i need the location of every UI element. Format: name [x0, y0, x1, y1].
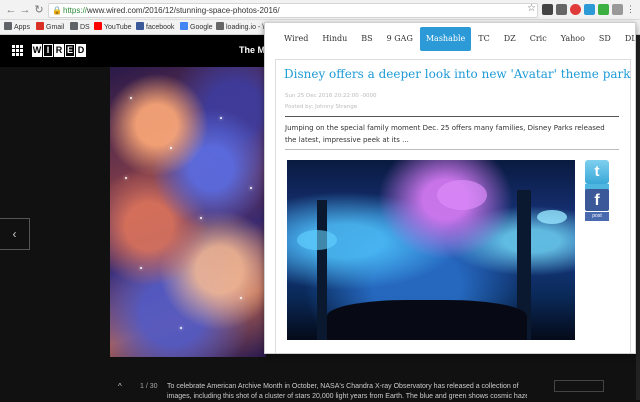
article-card: Disney offers a deeper look into new 'Av… [275, 59, 631, 353]
extension-icon-2[interactable] [556, 4, 567, 15]
tab-yahoo[interactable]: Yahoo [554, 27, 592, 51]
youtube-icon [94, 22, 102, 30]
tab-dz[interactable]: DZ [497, 27, 523, 51]
bookmark-ds[interactable]: DS [70, 22, 90, 33]
gmail-icon [36, 22, 44, 30]
tab-9gag[interactable]: 9 GAG [380, 27, 420, 51]
extension-icon-6[interactable] [612, 4, 623, 15]
menu-dots-icon[interactable]: ⋮ [626, 4, 635, 15]
article-author: Posted by: Johnny Strange [285, 104, 358, 110]
reload-icon[interactable]: ↻ [32, 3, 46, 17]
news-extension-icon[interactable] [598, 4, 609, 15]
menu-grid-icon[interactable] [12, 45, 23, 56]
tab-cric[interactable]: Cric [523, 27, 554, 51]
tab-sd[interactable]: SD [592, 27, 618, 51]
news-extension-popup: Wired Hindu BS 9 GAG Mashable TC DZ Cric… [264, 22, 636, 354]
forward-arrow-icon[interactable]: → [18, 3, 32, 17]
extension-icon-3[interactable] [570, 4, 581, 15]
caption-text-line1: To celebrate American Archive Month in O… [167, 383, 519, 390]
ds-icon [70, 22, 78, 30]
article-image[interactable] [287, 160, 575, 340]
photo-counter: 1 / 30 [140, 383, 158, 390]
facebook-icon [136, 22, 144, 30]
space-photo [110, 67, 266, 357]
tab-mashable[interactable]: Mashable [419, 27, 472, 51]
facebook-share-icon[interactable]: f [585, 189, 609, 211]
lock-icon: 🔒 [52, 6, 62, 15]
bookmark-star-icon[interactable]: ☆ [527, 3, 536, 14]
twitter-share-icon[interactable]: t [585, 160, 609, 184]
bookmark-youtube[interactable]: YouTube [94, 22, 132, 33]
url-path: www.wired.com/2016/12/stunning-space-pho… [87, 6, 280, 15]
bookmark-loading-io[interactable]: loading.io - \ [216, 22, 264, 33]
previous-photo-button[interactable]: ‹ [0, 218, 30, 250]
loading-io-icon [216, 22, 224, 30]
address-bar[interactable]: 🔒 https://www.wired.com/2016/12/stunning-… [48, 3, 538, 18]
caption-text-line2: images, including this shot of a cluster… [167, 393, 527, 400]
tab-hindu[interactable]: Hindu [315, 27, 354, 51]
divider [285, 149, 619, 150]
tab-dlm[interactable]: DLM [618, 27, 635, 51]
bookmark-facebook[interactable]: facebook [136, 22, 174, 33]
bookmark-apps[interactable]: Apps [4, 22, 30, 33]
page-widget [554, 380, 604, 392]
tab-wired[interactable]: Wired [277, 27, 315, 51]
divider [285, 116, 619, 117]
bookmark-google[interactable]: Google [180, 22, 213, 33]
article-date: Sun 25 Dec 2016 20:22:00 -0000 [285, 93, 377, 99]
article-summary: Jumping on the special family moment Dec… [285, 124, 605, 144]
extension-icon-1[interactable] [542, 4, 553, 15]
article-headline: The M [239, 45, 265, 55]
bookmark-gmail[interactable]: Gmail [36, 22, 64, 33]
back-arrow-icon[interactable]: ← [4, 3, 18, 17]
tab-bs[interactable]: BS [354, 27, 379, 51]
wired-logo[interactable]: W I R E D [32, 44, 86, 57]
scrollbar[interactable] [636, 35, 640, 400]
tab-tc[interactable]: TC [471, 27, 496, 51]
apps-grid-icon [4, 22, 12, 30]
source-tabs: Wired Hindu BS 9 GAG Mashable TC DZ Cric… [277, 27, 635, 51]
extension-icon-4[interactable] [584, 4, 595, 15]
chevron-up-icon[interactable]: ^ [118, 382, 122, 392]
url-scheme: https:// [63, 6, 88, 15]
facebook-post-button[interactable]: post [585, 212, 609, 221]
article-title-link[interactable]: Disney offers a deeper look into new 'Av… [284, 66, 631, 82]
google-icon [180, 22, 188, 30]
